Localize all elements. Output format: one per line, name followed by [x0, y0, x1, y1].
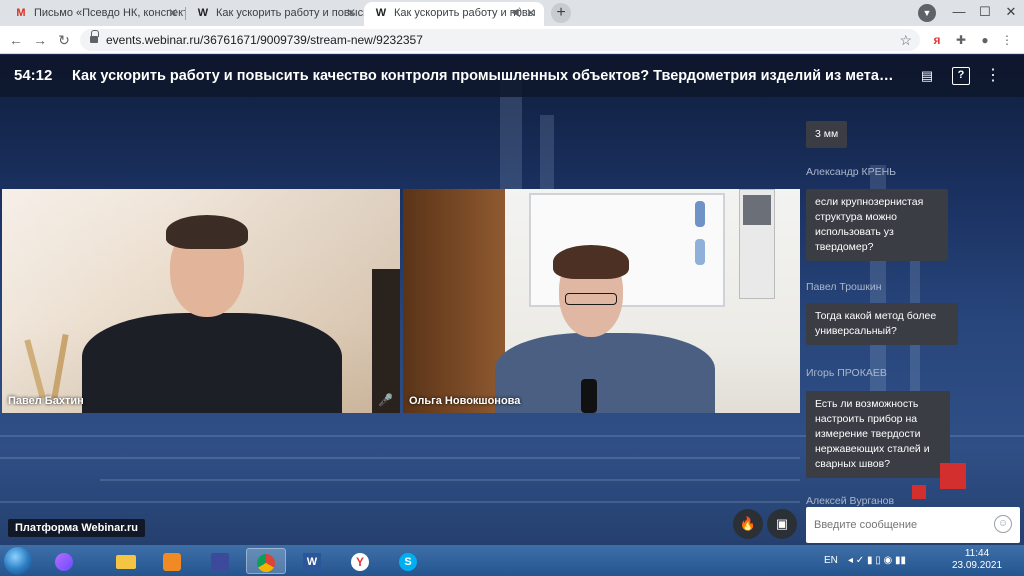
emoji-icon[interactable]: ☺ — [994, 515, 1012, 533]
chat-message: Тогда какой метод более универсальный? — [806, 303, 958, 345]
room-door — [403, 189, 505, 413]
chat-message: 3 мм — [806, 121, 848, 148]
system-clock[interactable]: 11:44 23.09.2021 — [944, 548, 1010, 572]
message-input[interactable] — [814, 516, 984, 534]
whiteboard-marker — [695, 201, 705, 227]
question-icon[interactable]: ? — [952, 67, 970, 85]
chat-input-box[interactable]: ☺ — [806, 507, 1020, 543]
microphone — [581, 379, 597, 413]
participant-name: Павел Бахтин — [8, 395, 84, 407]
video-tile-pavel[interactable]: Павел Бахтин 🎤 — [2, 189, 400, 413]
new-tab-button[interactable]: + — [551, 3, 571, 23]
file-explorer-icon[interactable] — [110, 548, 142, 574]
profile-menu-icon[interactable]: ▼ — [918, 4, 936, 22]
background-pipe — [0, 501, 800, 503]
chat-author: Павел Трошкин — [806, 281, 882, 293]
yandex-browser-icon[interactable]: Y — [344, 548, 376, 574]
browser-tab-webinar-active[interactable]: W Как ускорить работу и повы ◀) ✕ — [364, 2, 544, 26]
chat-author: Игорь ПРОКАЕВ — [806, 367, 887, 379]
close-window-button[interactable]: ✕ — [996, 0, 1024, 26]
skype-icon[interactable]: S — [392, 548, 424, 574]
address-bar[interactable]: events.webinar.ru/36761671/9009739/strea… — [80, 29, 920, 51]
webinar-timer: 54:12 — [14, 67, 53, 84]
brand-logo-block — [940, 463, 966, 489]
tab-label: Письмо «Псевдо НК, конспекты — [34, 7, 186, 19]
background-pipe — [0, 457, 800, 459]
background-pipe — [100, 479, 800, 481]
browser-toolbar: ← → ↻ events.webinar.ru/36761671/9009739… — [0, 26, 1024, 54]
back-icon[interactable]: ← — [6, 30, 26, 50]
forward-icon[interactable]: → — [30, 30, 50, 50]
webinar-icon: W — [375, 7, 387, 19]
chat-author: Алексей Вурганов — [806, 495, 895, 507]
clock-date: 23.09.2021 — [951, 560, 1003, 571]
speaker-icon[interactable]: ◀) — [511, 2, 522, 24]
close-icon[interactable]: ✕ — [346, 2, 356, 24]
windows-taskbar: W Y S EN ◂ ✓ ▮ ▯ ◉ ▮▮ 11:44 23.09.2021 — [0, 545, 1024, 576]
account-avatar-icon[interactable]: ● — [976, 31, 994, 49]
alice-assistant-icon[interactable] — [48, 548, 80, 574]
browser-menu-icon[interactable]: ⋮ — [998, 31, 1016, 49]
more-options-icon[interactable]: ⋮ — [984, 67, 1002, 85]
person-hair — [553, 245, 629, 279]
mic-off-icon: 🎤 — [378, 393, 393, 407]
close-icon[interactable]: ✕ — [168, 2, 178, 24]
gmail-icon: M — [16, 7, 26, 19]
chat-bubble-icon[interactable]: ▤ — [918, 67, 936, 85]
video-tile-olga[interactable]: Ольга Новокшонова — [403, 189, 800, 413]
yandex-extension-icon[interactable]: я — [928, 31, 946, 49]
save-disk-icon[interactable] — [204, 548, 236, 574]
webinar-title: Как ускорить работу и повысить качество … — [72, 68, 894, 84]
extensions-puzzle-icon[interactable]: ✚ — [952, 31, 970, 49]
media-player-icon[interactable] — [156, 548, 188, 574]
url-text: events.webinar.ru/36761671/9009739/strea… — [106, 33, 423, 47]
webinar-page: 54:12 Как ускорить работу и повысить кач… — [0, 55, 1024, 545]
person-hair — [166, 215, 248, 249]
picture-in-picture-icon[interactable]: ▣ — [767, 509, 797, 539]
chrome-icon[interactable] — [246, 548, 286, 574]
clock-time: 11:44 — [964, 548, 990, 559]
language-indicator[interactable]: EN — [824, 545, 838, 576]
webinar-header: 54:12 Как ускорить работу и повысить кач… — [0, 55, 1024, 97]
bookmark-star-icon[interactable]: ☆ — [899, 29, 912, 51]
chat-author: Александр КРЕНЬ — [806, 166, 897, 178]
participant-name: Ольга Новокшонова — [409, 395, 521, 407]
person-torso — [82, 313, 342, 413]
reactions-fire-icon[interactable]: 🔥 — [733, 509, 763, 539]
whiteboard-marker — [695, 239, 705, 265]
platform-badge[interactable]: Платформа Webinar.ru — [8, 519, 145, 537]
reload-icon[interactable]: ↻ — [54, 30, 74, 50]
chat-message: если крупнозернистая структура можно исп… — [806, 189, 948, 261]
tab-label: Как ускорить работу и повысит — [216, 7, 364, 19]
word-icon[interactable]: W — [296, 548, 328, 574]
eyeglasses — [565, 293, 617, 305]
room-furniture — [372, 269, 400, 413]
browser-tab-webinar-1[interactable]: W Как ускорить работу и повысит ✕ — [186, 2, 364, 26]
calendar-photo — [743, 195, 771, 225]
person-torso — [495, 333, 715, 413]
browser-tab-strip: M Письмо «Псевдо НК, конспекты ✕ W Как у… — [0, 0, 1024, 26]
browser-tab-gmail[interactable]: M Письмо «Псевдо НК, конспекты ✕ — [4, 2, 186, 26]
webinar-icon: W — [197, 7, 209, 19]
start-button[interactable] — [4, 547, 32, 575]
lock-icon — [90, 30, 99, 44]
tray-icons[interactable]: ◂ ✓ ▮ ▯ ◉ ▮▮ — [848, 545, 906, 576]
close-icon[interactable]: ✕ — [526, 2, 536, 24]
brand-logo-block — [912, 485, 926, 499]
chat-message: Есть ли возможность настроить прибор на … — [806, 391, 950, 478]
